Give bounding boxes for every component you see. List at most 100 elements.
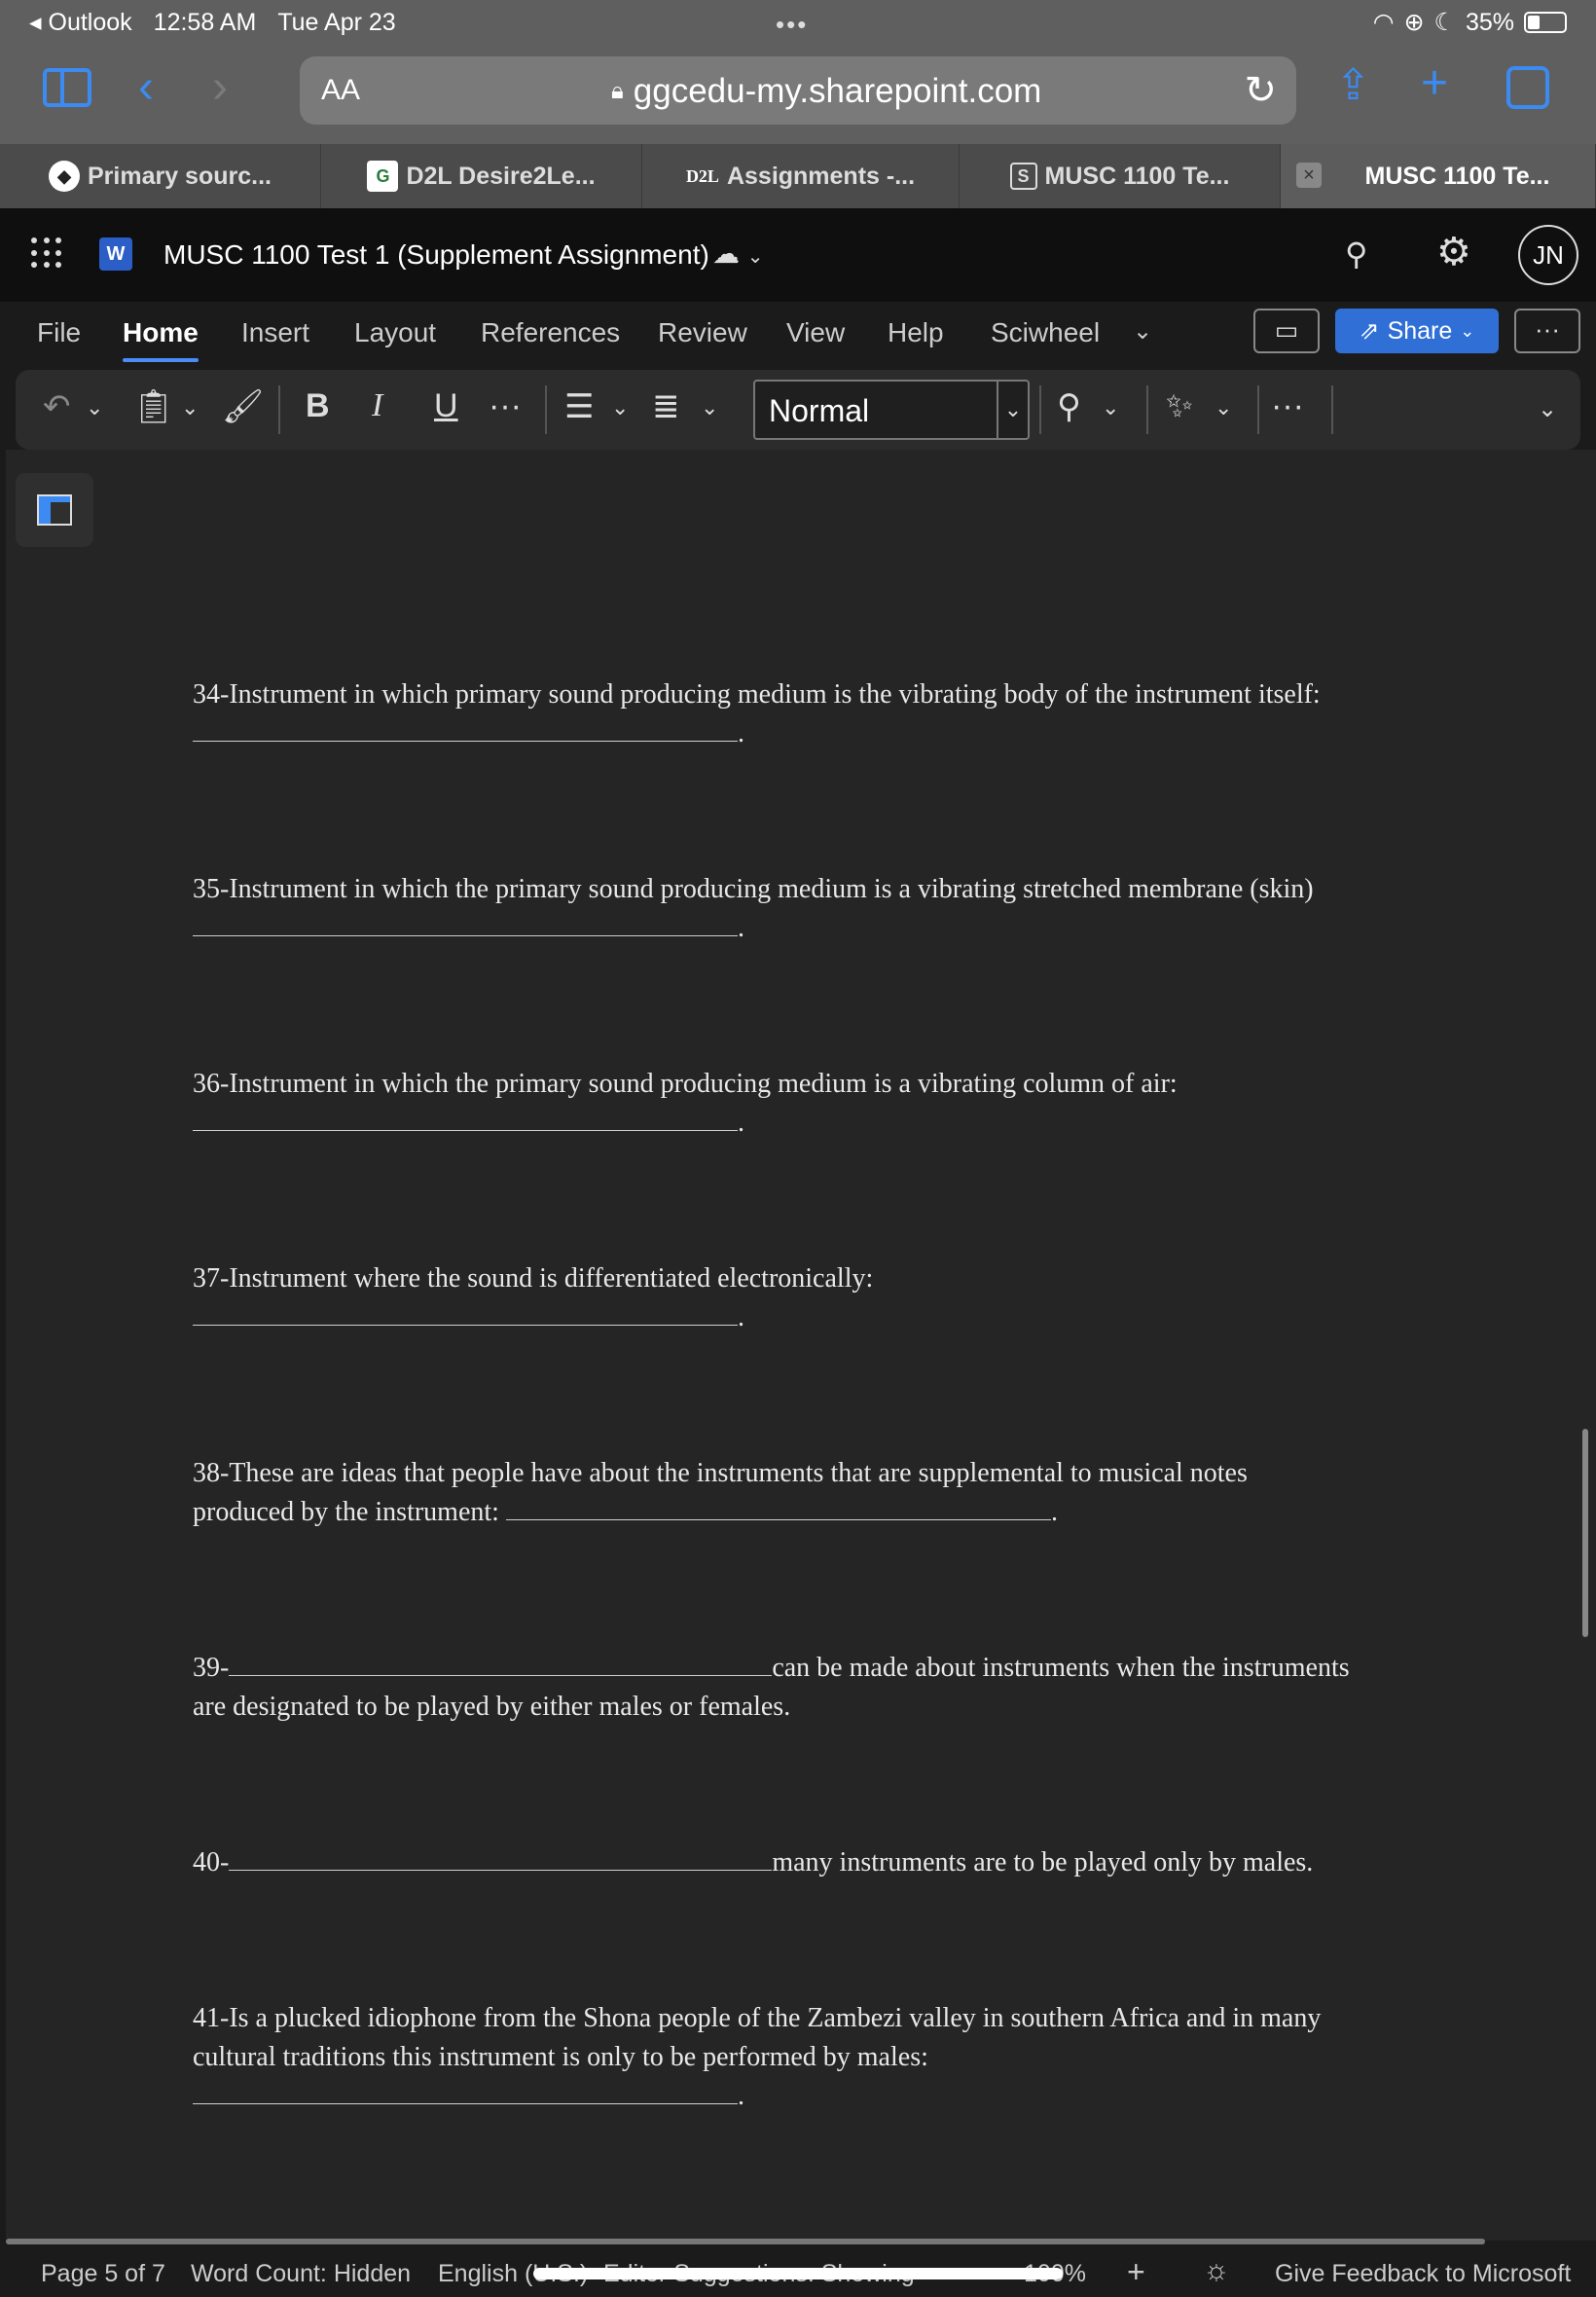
underline-button[interactable]: U bbox=[434, 387, 458, 425]
tab-sciwheel[interactable]: Sciwheel bbox=[991, 317, 1100, 348]
comments-button[interactable]: ▭ bbox=[1253, 309, 1320, 353]
style-dropdown[interactable]: Normal ⌄ bbox=[753, 380, 1030, 440]
navigation-pane-button[interactable] bbox=[16, 473, 93, 547]
more-toolbar-icon[interactable]: ··· bbox=[1271, 387, 1304, 425]
sidebar-toggle-icon[interactable] bbox=[43, 68, 91, 107]
back-arrow-icon[interactable]: ‹ bbox=[138, 64, 154, 111]
answer-blank[interactable]: . bbox=[193, 1298, 744, 1333]
tab-references[interactable]: References bbox=[481, 317, 620, 348]
undo-icon[interactable]: ↶ bbox=[43, 387, 71, 426]
more-font-options-icon[interactable]: ··· bbox=[489, 387, 522, 425]
question-number: 39- bbox=[193, 1653, 230, 1683]
find-icon[interactable]: ⚲ bbox=[1057, 387, 1081, 426]
question-36: 36-Instrument in which the primary sound… bbox=[193, 1069, 1178, 1099]
chevron-down-icon[interactable]: ⌄ bbox=[86, 395, 103, 420]
browser-tab-active[interactable]: MUSC 1100 Te... bbox=[1281, 144, 1596, 208]
brightness-icon[interactable]: ☼ bbox=[1203, 2254, 1230, 2287]
answer-blank[interactable]: . bbox=[193, 2077, 744, 2112]
question-text: are designated to be played by either ma… bbox=[193, 1692, 791, 1722]
chevron-down-icon[interactable]: ⌄ bbox=[1102, 395, 1119, 420]
left-gutter bbox=[0, 450, 6, 2241]
browser-tab[interactable]: G D2L Desire2Le... bbox=[321, 144, 642, 208]
share-button[interactable]: ⇗ Share ⌄ bbox=[1335, 309, 1499, 353]
italic-button[interactable]: I bbox=[372, 387, 382, 424]
chevron-down-icon[interactable]: ⌄ bbox=[701, 395, 718, 420]
saved-cloud-icon: ☁︎ bbox=[712, 238, 740, 269]
document-title[interactable]: MUSC 1100 Test 1 (Supplement Assignment) bbox=[163, 239, 709, 271]
tab-view[interactable]: View bbox=[786, 317, 845, 348]
close-tab-icon[interactable]: × bbox=[1296, 163, 1322, 188]
app-launcher-icon[interactable] bbox=[31, 237, 62, 269]
toolbar-divider bbox=[1257, 385, 1259, 434]
chevron-down-icon[interactable]: ⌄ bbox=[181, 395, 199, 420]
compass-icon: ◆ bbox=[49, 161, 80, 192]
answer-blank[interactable] bbox=[505, 1493, 1051, 1520]
new-tab-icon[interactable]: + bbox=[1421, 60, 1448, 107]
question-34: 34-Instrument in which primary sound pro… bbox=[193, 679, 1321, 710]
answer-blank[interactable] bbox=[229, 1843, 773, 1871]
answer-blank[interactable]: . bbox=[193, 1104, 744, 1139]
feedback-link[interactable]: Give Feedback to Microsoft bbox=[1275, 2260, 1571, 2288]
home-indicator[interactable] bbox=[533, 2268, 1063, 2279]
sharepoint-icon: S bbox=[1009, 163, 1037, 190]
editor-wand-icon[interactable]: ✨︎ bbox=[1166, 387, 1193, 425]
toolbar-divider bbox=[545, 385, 547, 434]
word-title-bar: W MUSC 1100 Test 1 (Supplement Assignmen… bbox=[0, 208, 1596, 302]
question-text: many instruments are to be played only b… bbox=[772, 1847, 1314, 1878]
question-text: produced by the instrument: bbox=[193, 1497, 499, 1527]
search-icon[interactable]: ⚲ bbox=[1345, 236, 1367, 273]
multitask-dots-icon[interactable]: ••• bbox=[776, 10, 808, 40]
tab-help[interactable]: Help bbox=[888, 317, 944, 348]
wifi-icon: ◠ bbox=[1372, 9, 1395, 36]
share-label: Share bbox=[1387, 316, 1453, 345]
answer-blank[interactable] bbox=[229, 1649, 773, 1676]
avatar[interactable]: JN bbox=[1518, 225, 1578, 285]
browser-tab[interactable]: ◆ Primary sourc... bbox=[0, 144, 321, 208]
bold-button[interactable]: B bbox=[306, 387, 330, 425]
chevron-down-icon[interactable]: ⌄ bbox=[1133, 317, 1152, 346]
ribbon-tab-bar: File Home Insert Layout References Revie… bbox=[0, 302, 1596, 370]
align-icon[interactable]: ≣ bbox=[652, 387, 680, 426]
more-options-button[interactable]: ··· bbox=[1514, 309, 1580, 353]
chevron-down-icon[interactable]: ⌄ bbox=[747, 246, 764, 268]
browser-tab[interactable]: D2L Assignments -... bbox=[642, 144, 960, 208]
reload-icon[interactable]: ↻ bbox=[1244, 68, 1277, 113]
answer-blank[interactable]: . bbox=[193, 714, 744, 749]
back-to-app-link[interactable]: ◂ Outlook bbox=[29, 8, 132, 37]
word-count[interactable]: Word Count: Hidden bbox=[191, 2260, 411, 2288]
clipboard-icon[interactable]: 📋︎ bbox=[132, 387, 174, 426]
word-logo-icon: W bbox=[99, 237, 132, 271]
chevron-down-icon: ⌄ bbox=[1460, 320, 1475, 341]
vertical-scrollbar[interactable] bbox=[1582, 1429, 1588, 1637]
page-indicator[interactable]: Page 5 of 7 bbox=[41, 2260, 165, 2288]
zoom-in-icon[interactable]: + bbox=[1127, 2254, 1145, 2290]
chevron-down-icon[interactable]: ⌄ bbox=[611, 395, 629, 420]
share-sheet-icon[interactable]: ⇪ bbox=[1335, 64, 1371, 107]
bullet-list-icon[interactable]: ☰ bbox=[564, 387, 594, 426]
status-time: 12:58 AM bbox=[153, 8, 257, 36]
tab-home[interactable]: Home bbox=[123, 317, 199, 362]
tab-insert[interactable]: Insert bbox=[241, 317, 309, 348]
chevron-down-icon[interactable]: ⌄ bbox=[1215, 395, 1232, 420]
answer-blank[interactable]: . bbox=[193, 909, 744, 944]
comment-icon: ▭ bbox=[1274, 315, 1299, 345]
url-text: ggcedu-my.sharepoint.com bbox=[633, 72, 1042, 110]
forward-arrow-icon[interactable]: › bbox=[212, 64, 228, 111]
browser-tab[interactable]: S MUSC 1100 Te... bbox=[960, 144, 1281, 208]
tab-file[interactable]: File bbox=[37, 317, 81, 348]
question-41: 41-Is a plucked idiophone from the Shona… bbox=[193, 1999, 1409, 2077]
tab-layout[interactable]: Layout bbox=[354, 317, 436, 348]
address-bar[interactable]: AA 🔒︎ ggcedu-my.sharepoint.com ↻ bbox=[300, 56, 1296, 125]
text-size-button[interactable]: AA bbox=[321, 74, 360, 107]
back-app-label: Outlook bbox=[48, 9, 132, 36]
tab-review[interactable]: Review bbox=[658, 317, 747, 348]
browser-tab-strip: ◆ Primary sourc... G D2L Desire2Le... D2… bbox=[0, 144, 1596, 208]
moon-icon: ☾ bbox=[1433, 9, 1456, 36]
format-painter-icon[interactable]: 🖌︎ bbox=[222, 387, 264, 426]
gear-icon[interactable]: ⚙ bbox=[1436, 230, 1471, 274]
battery-percent: 35% bbox=[1465, 8, 1514, 36]
expand-ribbon-icon[interactable]: ⌄ bbox=[1538, 395, 1557, 423]
tab-overview-icon[interactable] bbox=[1506, 66, 1549, 109]
question-text: cultural traditions this instrument is o… bbox=[193, 2042, 928, 2072]
tab-label: MUSC 1100 Te... bbox=[1364, 162, 1550, 190]
